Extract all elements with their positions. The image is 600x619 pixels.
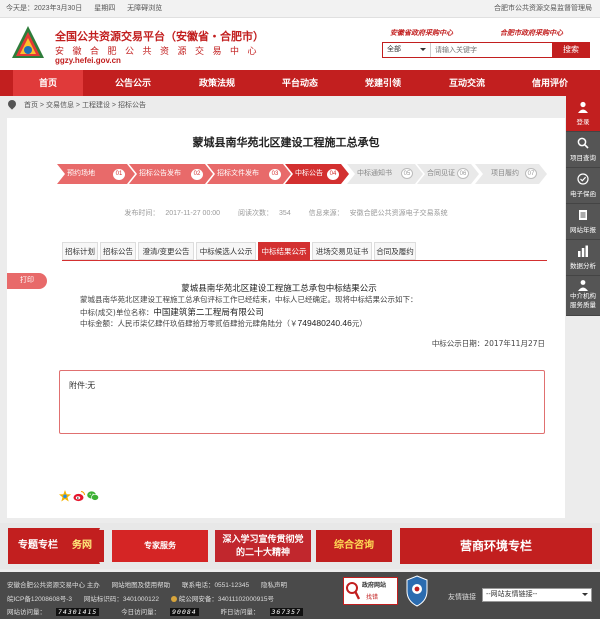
- search-scope-select[interactable]: 全部: [385, 43, 431, 57]
- step-performance: 项目履约 07: [475, 164, 547, 184]
- footer-phone: 联系电话：0551-12345: [181, 582, 250, 589]
- bar-chart-icon: [578, 245, 588, 257]
- nav-credit[interactable]: 信用评价: [515, 70, 585, 96]
- footer-sitemap-link[interactable]: 网站地图及使用帮助: [112, 582, 171, 589]
- tab-tender-plan[interactable]: 招标计划: [62, 242, 98, 260]
- search-input[interactable]: [435, 44, 535, 56]
- step-tender-doc: 招标文件发布 03: [207, 164, 291, 184]
- breadcrumb-trade-info[interactable]: 交易信息: [46, 102, 74, 109]
- footer-police-record[interactable]: 皖公网安备：34011102000915号: [170, 596, 284, 603]
- footer-total-visits: 网站访问量： 74301415: [7, 608, 100, 616]
- notice-intro: 蒙城县南华苑北区建设工程施工总承包评标工作已经结束，中标人已经确定。现将中标结果…: [80, 295, 418, 304]
- tab-contract[interactable]: 合同及履约: [374, 242, 416, 260]
- document-icon: [579, 210, 587, 220]
- footer-today-visits: 今日访问量： 90084: [121, 608, 199, 616]
- weibo-share-icon[interactable]: [73, 490, 85, 502]
- search-button[interactable]: 搜索: [552, 42, 590, 58]
- supervisor-link[interactable]: 合肥市公共资源交易监督管理局: [494, 0, 592, 18]
- right-sidebar: 登录 项目查询 电子保函 网站年报 数据分析 中介机构服务质量: [566, 96, 600, 316]
- current-date: 今天是：2023年3月30日: [6, 5, 83, 12]
- site-domain: ggzy.hefei.gov.cn: [55, 56, 121, 65]
- footer-icp[interactable]: 皖ICP备12008608号-3: [7, 596, 72, 603]
- friendly-links-select[interactable]: --网站友情链接--: [482, 588, 592, 602]
- banner-card-service-net[interactable]: 务网: [60, 530, 104, 562]
- view-count: 354: [279, 210, 291, 217]
- tab-clarification[interactable]: 澄清/变更公告: [138, 242, 194, 260]
- special-column-banner: 专题专栏 务网 专家服务 深入学习宣传贯彻党的二十大精神 综合咨询 营商环境专栏: [0, 523, 600, 569]
- party-org-badge-icon[interactable]: [405, 575, 429, 607]
- slogan-left: 安徽省政府采购中心: [390, 30, 453, 37]
- nav-interaction[interactable]: 互动交流: [432, 70, 502, 96]
- breadcrumb-engineering[interactable]: 工程建设: [82, 102, 110, 109]
- notice-title: 蒙城县南华苑北区建设工程施工总承包中标结果公示: [181, 283, 377, 293]
- step-contract: 合同见证 06: [417, 164, 479, 184]
- notice-date: 中标公示日期：2017年11月27日: [431, 339, 545, 348]
- tab-tender-notice[interactable]: 招标公告: [100, 242, 136, 260]
- amount-line: 中标金额：人民币柒亿肆仟玖佰肆拾万零贰佰肆拾元肆角陆分（￥749480240.4…: [80, 318, 367, 328]
- footer-privacy-link[interactable]: 隐私声明: [261, 582, 287, 589]
- page-title: 蒙城县南华苑北区建设工程施工总承包: [192, 137, 380, 149]
- article-meta: 发布时间： 2017-11-27 00:00 阅读次数： 354 信息来源： 安徽合肥…: [124, 210, 448, 217]
- breadcrumb: 首页 > 交易信息 > 工程建设 > 招标公告: [0, 96, 566, 116]
- site-header: 全国公共资源交易平台（安徽省・合肥市） 安 徽 合 肥 公 共 资 源 交 易 …: [0, 18, 600, 70]
- main-nav: 首页 公告公示 政策法规 平台动态 党建引领 互动交流 信用评价: [0, 70, 600, 96]
- attachment-box: 附件:无: [59, 370, 545, 434]
- sidebar-item-guarantee[interactable]: 电子保函: [566, 168, 600, 204]
- tab-candidates[interactable]: 中标候选人公示: [196, 242, 256, 260]
- gov-site-error-button[interactable]: 政府网站 找错: [343, 577, 398, 605]
- breadcrumb-home[interactable]: 首页: [24, 102, 38, 109]
- nav-home[interactable]: 首页: [13, 70, 83, 96]
- tab-trade-certificate[interactable]: 进场交易见证书: [312, 242, 372, 260]
- accessibility-link[interactable]: 无障碍浏览: [127, 5, 162, 12]
- sidebar-item-project-search[interactable]: 项目查询: [566, 132, 600, 168]
- location-pin-icon: [6, 98, 18, 110]
- search-icon: [577, 137, 589, 149]
- breadcrumb-tender-notice[interactable]: 招标公告: [118, 102, 146, 109]
- nav-party-building[interactable]: 党建引领: [348, 70, 418, 96]
- banner-card-party-congress[interactable]: 深入学习宣传贯彻党的二十大精神: [215, 530, 311, 562]
- step-award-letter: 中标通知书 05: [347, 164, 423, 184]
- slogan-right: 合肥市政府采购中心: [500, 30, 563, 37]
- banner-card-consulting[interactable]: 综合咨询: [316, 530, 392, 562]
- winner-name: 中国建筑第二工程局有限公司: [153, 307, 264, 317]
- magnifier-icon: [346, 582, 360, 600]
- weekday: 星期四: [94, 5, 116, 12]
- sidebar-item-login[interactable]: 登录: [566, 96, 600, 132]
- footer-host: 安徽合肥公共资源交易中心 主办: [7, 582, 100, 589]
- site-logo-icon[interactable]: [10, 24, 46, 64]
- step-tender-notice: 招标公告发布 02: [129, 164, 213, 184]
- nav-platform-news[interactable]: 平台动态: [265, 70, 335, 96]
- guarantee-icon: [577, 173, 589, 185]
- sidebar-item-data-analysis[interactable]: 数据分析: [566, 240, 600, 276]
- article-panel: 蒙城县南华苑北区建设工程施工总承包 预约场地 01 招标公告发布 02 招标文件发布…: [7, 118, 565, 518]
- agency-icon: [578, 280, 588, 291]
- footer-site-code: 网站标识码：3401000122: [83, 596, 160, 603]
- step-award-notice: 中标公告 04: [285, 164, 349, 184]
- footer-yesterday-visits: 昨日访问量： 367357: [220, 608, 303, 616]
- friendly-links-label: 友情链接: [448, 594, 476, 601]
- top-bar: 今天是：2023年3月30日 星期四 无障碍浏览 合肥市公共资源交易监督管理局: [0, 0, 600, 18]
- info-source: 安徽合肥公共资源电子交易系统: [349, 210, 448, 217]
- user-icon: [578, 101, 588, 113]
- search-bar: 全部 搜索: [382, 42, 590, 58]
- tab-award-result[interactable]: 中标结果公示: [258, 242, 310, 260]
- platform-title: 全国公共资源交易平台（安徽省・合肥市）: [55, 31, 264, 43]
- nav-policies[interactable]: 政策法规: [182, 70, 252, 96]
- winner-line: 中标(成交)单位名称：中国建筑第二工程局有限公司: [80, 307, 264, 317]
- police-badge-icon: [170, 596, 177, 602]
- business-environment-column[interactable]: 营商环境专栏: [400, 528, 592, 564]
- step-venue: 预约场地 01: [57, 164, 135, 184]
- award-amount: 749480240.46: [297, 318, 352, 328]
- tab-underline: [62, 260, 547, 261]
- sidebar-item-annual-report[interactable]: 网站年报: [566, 204, 600, 240]
- banner-card-expert-service[interactable]: 专家服务: [112, 530, 208, 562]
- attachment-text: 附件:无: [69, 381, 96, 390]
- sidebar-item-agency-quality[interactable]: 中介机构服务质量: [566, 276, 600, 316]
- publish-time: 2017-11-27 00:00: [165, 210, 221, 217]
- nav-announcements[interactable]: 公告公示: [98, 70, 168, 96]
- qzone-share-icon[interactable]: [59, 490, 71, 502]
- site-footer: 安徽合肥公共资源交易中心 主办 网站地图及使用帮助 联系电话：0551-1234…: [0, 572, 600, 619]
- wechat-share-icon[interactable]: [87, 490, 99, 502]
